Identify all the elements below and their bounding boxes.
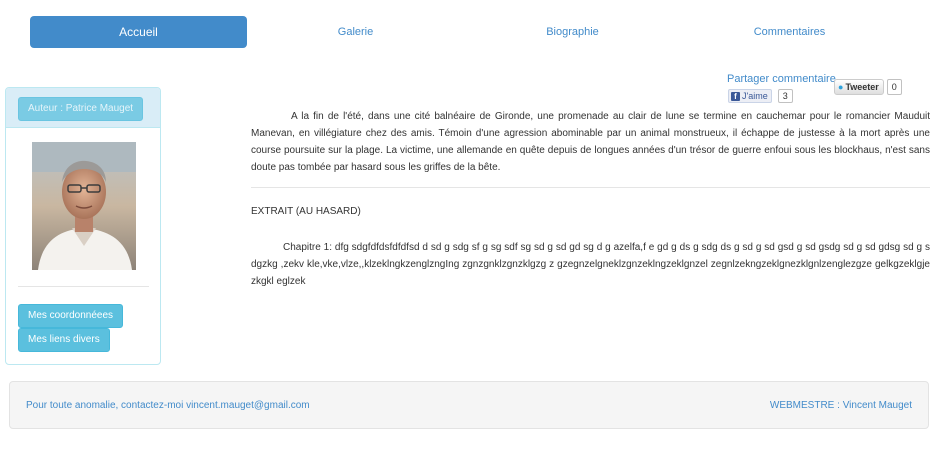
coordinates-button[interactable]: Mes coordonnéees bbox=[18, 304, 124, 328]
share-comment-link[interactable]: Partager commentaire bbox=[727, 73, 836, 85]
nav-tab-galerie[interactable]: Galerie bbox=[247, 16, 464, 48]
links-button[interactable]: Mes liens divers bbox=[18, 328, 110, 352]
main-nav: Accueil Galerie Biographie Commentaires bbox=[30, 16, 898, 48]
nav-tab-commentaires[interactable]: Commentaires bbox=[681, 16, 898, 48]
footer: Pour toute anomalie, contactez-moi vince… bbox=[9, 381, 929, 429]
facebook-like-label: J'aime bbox=[742, 90, 768, 101]
footer-contact-link[interactable]: Pour toute anomalie, contactez-moi vince… bbox=[26, 400, 310, 411]
tweet-button[interactable]: ● Tweeter bbox=[834, 79, 884, 95]
author-panel-header: Auteur : Patrice Mauget bbox=[6, 88, 160, 128]
facebook-like-widget: f J'aime 3 bbox=[728, 89, 793, 103]
nav-tab-accueil[interactable]: Accueil bbox=[30, 16, 247, 48]
content-divider bbox=[251, 187, 930, 188]
tweet-count: 0 bbox=[886, 79, 902, 95]
book-summary: A la fin de l'été, dans une cité balnéai… bbox=[251, 111, 930, 173]
facebook-like-button[interactable]: f J'aime bbox=[728, 89, 772, 103]
facebook-icon: f bbox=[731, 91, 740, 101]
author-photo bbox=[32, 142, 136, 270]
extract-heading: EXTRAIT (AU HASARD) bbox=[251, 206, 361, 217]
nav-tab-biographie[interactable]: Biographie bbox=[464, 16, 681, 48]
facebook-like-count: 3 bbox=[777, 89, 793, 103]
twitter-bird-icon: ● bbox=[838, 82, 844, 92]
tweet-label: Tweeter bbox=[845, 82, 879, 92]
author-panel: Auteur : Patrice Mauget Mes coordonnéees… bbox=[5, 87, 161, 365]
sidebar-divider bbox=[18, 286, 149, 287]
twitter-widget: ● Tweeter 0 bbox=[834, 79, 902, 95]
footer-webmaster: WEBMESTRE : Vincent Mauget bbox=[769, 400, 912, 411]
author-button[interactable]: Auteur : Patrice Mauget bbox=[18, 97, 144, 121]
chapter-text: Chapitre 1: dfg sdgfdfdsfdfdfsd d sd g s… bbox=[251, 242, 930, 287]
